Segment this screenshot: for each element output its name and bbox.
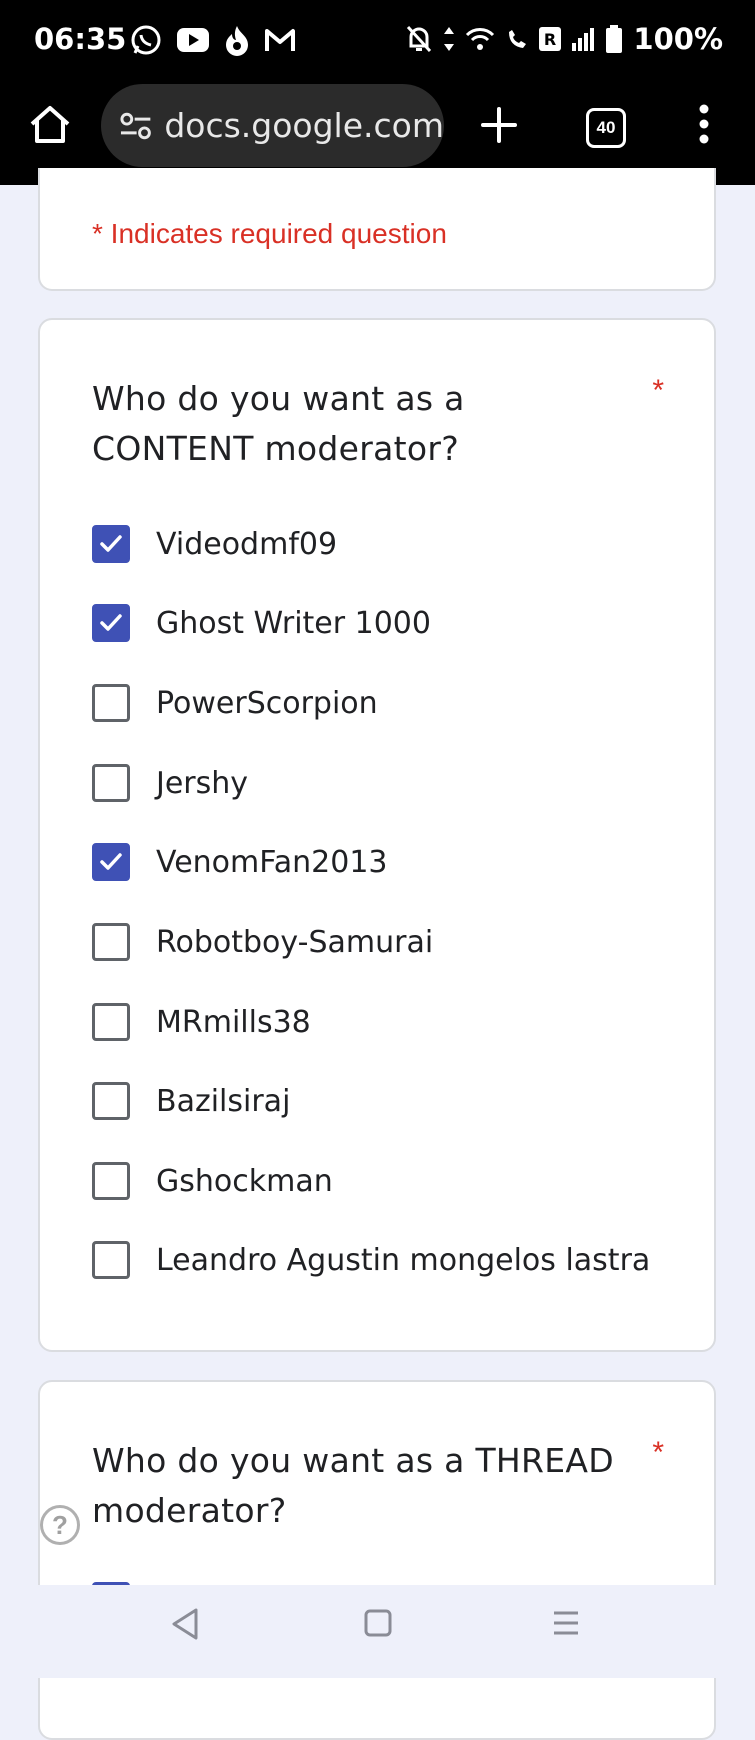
form-header-card: * Indicates required question xyxy=(38,168,716,291)
check-icon xyxy=(100,535,122,552)
tab-count: 40 xyxy=(596,118,616,137)
help-icon: ? xyxy=(52,1509,68,1540)
option-robotboy-samurai[interactable]: Robotboy-Samurai xyxy=(92,920,433,964)
notifications-off-icon xyxy=(407,25,432,53)
battery-percentage: 100% xyxy=(633,22,723,56)
option-label: VenomFan2013 xyxy=(156,844,388,880)
checkbox[interactable] xyxy=(92,1082,130,1120)
option-powerscorpion[interactable]: PowerScorpion xyxy=(92,681,378,725)
check-icon xyxy=(100,614,122,631)
whatsapp-icon xyxy=(131,25,161,55)
tinder-icon xyxy=(226,26,248,56)
help-button[interactable]: ? xyxy=(40,1505,80,1545)
system-nav-bar xyxy=(0,1585,755,1678)
option-label: Bazilsiraj xyxy=(156,1083,291,1119)
checkbox[interactable] xyxy=(92,764,130,802)
checkbox[interactable] xyxy=(92,1003,130,1041)
recents-icon[interactable] xyxy=(552,1609,580,1637)
option-mrmills38[interactable]: MRmills38 xyxy=(92,1000,311,1044)
question-title: Who do you want as a THREAD moderator? xyxy=(92,1441,614,1530)
youtube-icon xyxy=(177,28,209,52)
wifi-calling-icon xyxy=(509,30,527,48)
option-label: Robotboy-Samurai xyxy=(156,924,434,960)
battery-icon xyxy=(606,25,623,53)
tab-switcher-button[interactable]: 40 xyxy=(586,108,626,148)
back-icon[interactable] xyxy=(170,1607,200,1641)
gmail-icon xyxy=(265,29,295,51)
home-nav-icon[interactable] xyxy=(364,1609,392,1637)
new-tab-icon[interactable] xyxy=(480,106,518,144)
option-label: Ghost Writer 1000 xyxy=(156,605,431,641)
option-label: Videodmf09 xyxy=(156,526,338,562)
question-card-thread-moderator: Who do you want as a THREAD moderator? * xyxy=(38,1380,716,1740)
checkbox[interactable] xyxy=(92,923,130,961)
checkbox[interactable] xyxy=(92,604,130,642)
roaming-icon: R xyxy=(539,27,562,51)
checkbox[interactable] xyxy=(92,1162,130,1200)
more-options-icon[interactable] xyxy=(697,104,711,144)
url-bar[interactable]: docs.google.com xyxy=(101,84,444,167)
option-gshockman[interactable]: Gshockman xyxy=(92,1159,333,1203)
required-asterisk: * xyxy=(652,374,664,407)
checkbox[interactable] xyxy=(92,1241,130,1279)
required-asterisk: * xyxy=(652,1436,664,1469)
option-bazilsiraj[interactable]: Bazilsiraj xyxy=(92,1079,290,1123)
question-title: Who do you want as a CONTENT moderator? xyxy=(92,379,465,468)
option-venomfan2013[interactable]: VenomFan2013 xyxy=(92,840,388,884)
data-arrows-icon xyxy=(444,27,455,51)
option-label: Gshockman xyxy=(156,1163,333,1199)
site-settings-icon[interactable] xyxy=(119,111,152,141)
required-note: * Indicates required question xyxy=(92,218,447,249)
option-label: PowerScorpion xyxy=(156,685,378,721)
option-ghost-writer-1000[interactable]: Ghost Writer 1000 xyxy=(92,601,431,645)
svg-text:R: R xyxy=(544,30,556,49)
checkbox[interactable] xyxy=(92,525,130,563)
home-icon[interactable] xyxy=(28,104,72,144)
option-videodmf09[interactable]: Videodmf09 xyxy=(92,522,337,566)
status-app-icons xyxy=(130,24,296,56)
option-leandro-agustin-mongelos-lastra[interactable]: Leandro Agustin mongelos lastra xyxy=(92,1238,650,1282)
option-jershy[interactable]: Jershy xyxy=(92,761,248,805)
question-card-content-moderator: Who do you want as a CONTENT moderator? … xyxy=(38,318,716,1352)
option-label: MRmills38 xyxy=(156,1004,311,1040)
url-text[interactable]: docs.google.com xyxy=(164,106,444,145)
option-label: Leandro Agustin mongelos lastra xyxy=(156,1242,651,1278)
browser-chrome: 06:35 R 100% docs.google.com 40 xyxy=(0,0,755,185)
checkbox[interactable] xyxy=(92,843,130,881)
checkbox[interactable] xyxy=(92,684,130,722)
status-time: 06:35 xyxy=(34,22,127,56)
status-right: R 100% xyxy=(405,22,723,56)
wifi-icon xyxy=(466,28,495,50)
signal-icon xyxy=(572,28,595,51)
option-label: Jershy xyxy=(156,765,249,801)
check-icon xyxy=(100,853,122,870)
